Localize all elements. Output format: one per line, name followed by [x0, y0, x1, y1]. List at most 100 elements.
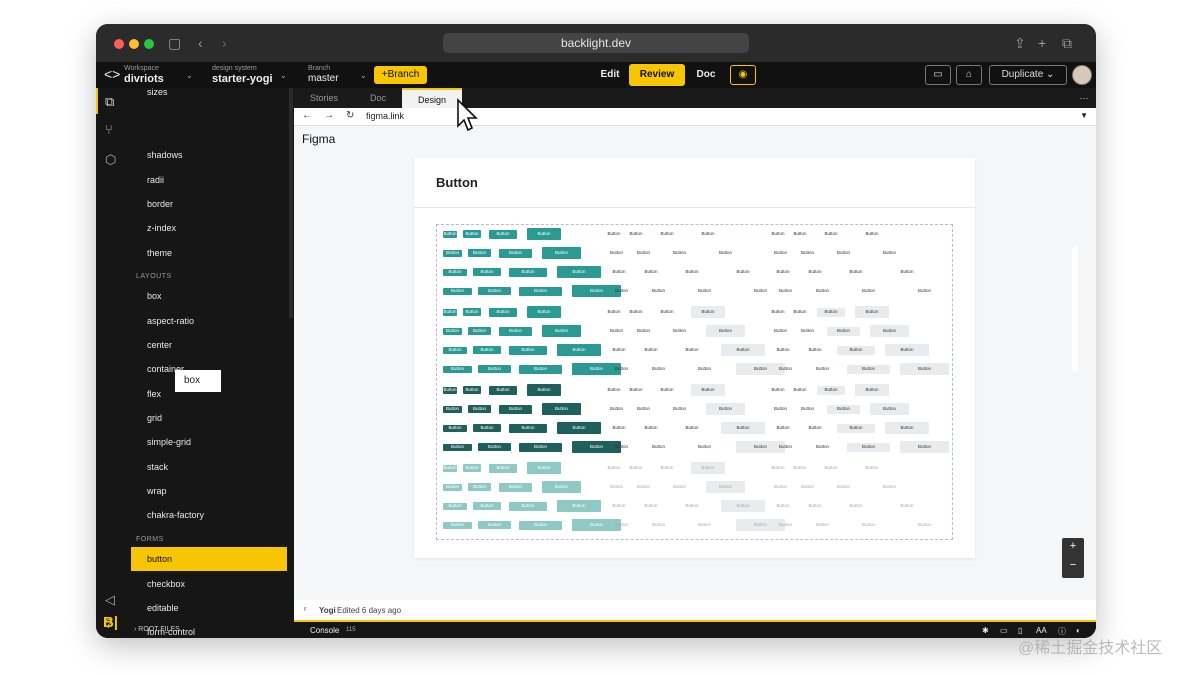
button-variant: Button [849, 502, 863, 508]
package-icon[interactable]: ⬡ [105, 152, 116, 168]
sidebar-item-radii[interactable]: radii [147, 175, 164, 185]
figma-embed: Figma Button Button Button Button Button But… [294, 126, 1096, 620]
sidebar-item-label: button [147, 554, 173, 564]
button-variant: Button [882, 483, 896, 489]
button-variant: Button [882, 249, 896, 255]
broadcast-icon[interactable]: ⌂ [956, 65, 982, 85]
tab-doc[interactable]: Doc [354, 88, 402, 108]
code-icon[interactable]: <> [104, 66, 120, 82]
mode-doc[interactable]: Doc [690, 62, 722, 88]
design-system-selector[interactable]: starter-yogi [212, 73, 273, 85]
embed-navbar: ← → ↻ figma.link ▼ [294, 108, 1096, 126]
megaphone-icon[interactable]: ◁ [105, 592, 115, 608]
duplicate-button[interactable]: Duplicate ⌄ [989, 65, 1067, 85]
preview-icon[interactable]: ▭ [925, 65, 951, 85]
branch-selector[interactable]: master [308, 73, 339, 84]
sidebar-item-flex[interactable]: flex [147, 389, 161, 399]
button-variant: Button [660, 308, 674, 314]
new-branch-button[interactable]: +Branch [374, 66, 427, 84]
sidebar-item-checkbox[interactable]: checkbox [147, 579, 185, 589]
button-variant: Button [672, 483, 686, 489]
sidebar-item-border[interactable]: border [147, 199, 173, 209]
sidebar-item-grid[interactable]: grid [147, 413, 162, 423]
chevron-down-icon[interactable]: ⌄ [280, 71, 287, 80]
embed-url[interactable]: figma.link [366, 111, 404, 121]
root-files-label: ROOT FILES [138, 626, 180, 633]
button-variant: Button [773, 405, 787, 411]
zoom-window-button[interactable] [144, 39, 154, 49]
button-variant: Button [557, 500, 601, 512]
button-variant: Button [443, 443, 472, 451]
reload-icon[interactable]: ↻ [346, 110, 354, 121]
button-variant: Button [478, 287, 511, 295]
root-files-toggle[interactable]: › ROOT FILES [134, 626, 180, 633]
button-variant: Button [800, 249, 814, 255]
address-bar[interactable]: backlight.dev [443, 33, 749, 53]
mode-review[interactable]: Review [629, 64, 685, 86]
button-variant: Button [861, 521, 875, 527]
button-variant: Button [644, 268, 658, 274]
chevron-down-icon[interactable]: ⌄ [186, 71, 193, 80]
mode-edit[interactable]: Edit [594, 62, 626, 88]
console-bar[interactable]: Console 115 ✱ ▭ ▯ AA ⓘ ◐ [294, 620, 1096, 638]
zoom-in-button[interactable]: + [1062, 540, 1084, 552]
sidebar-item-box[interactable]: box [147, 291, 162, 301]
zoom-out-button[interactable]: − [1062, 559, 1084, 571]
sidebar-item-simple-grid[interactable]: simple-grid [147, 437, 191, 447]
button-variant: Button [527, 384, 561, 396]
button-variant: Button [778, 443, 792, 449]
back-arrow-icon[interactable]: ‹ [198, 35, 203, 51]
sidebar-item-theme[interactable]: theme [147, 248, 172, 258]
vertical-scrollbar[interactable] [1072, 246, 1078, 372]
sidebar-item-z-index[interactable]: z-index [147, 223, 176, 233]
share-icon[interactable]: ⇪ [1014, 35, 1026, 51]
button-variant: Button [636, 483, 650, 489]
sidebar-item-button[interactable]: button [131, 547, 287, 571]
more-icon[interactable]: ⋯ [1074, 88, 1094, 108]
sidebar-toggle-icon[interactable]: ▢ [168, 35, 181, 51]
chevron-down-icon[interactable]: ⌄ [360, 71, 367, 80]
button-variant: Button [629, 464, 643, 470]
sidebar-item-sizes[interactable]: sizes [147, 88, 168, 97]
sidebar-item-center[interactable]: center [147, 340, 172, 350]
button-variant: Button [793, 230, 807, 236]
chevron-down-icon[interactable]: ▼ [1080, 111, 1088, 120]
tab-stories[interactable]: Stories [294, 88, 354, 108]
button-variants-frame[interactable]: Button Button Button Button Button Button Butt… [436, 224, 953, 540]
button-variant: Button [865, 230, 879, 236]
workspace-selector[interactable]: divriots [124, 73, 164, 85]
sidebar-scrollbar[interactable] [289, 88, 293, 318]
button-variant: Button [542, 247, 581, 259]
tab-design[interactable]: Design [402, 88, 462, 108]
button-variant: Button [771, 464, 785, 470]
sidebar-item-stack[interactable]: stack [147, 462, 168, 472]
back-arrow-icon[interactable]: ← [302, 110, 312, 121]
forward-arrow-icon[interactable]: → [324, 110, 334, 121]
button-variant: Button [773, 327, 787, 333]
button-variant: Button [443, 464, 457, 472]
button-variant: Button [651, 443, 665, 449]
sidebar-item-shadows[interactable]: shadows [147, 150, 183, 160]
console-count: 115 [346, 627, 356, 633]
zoom-controls: + − [1062, 538, 1084, 578]
button-variant: Button [660, 386, 674, 392]
bug-icon[interactable]: ✱ [982, 626, 989, 635]
bulb-icon[interactable]: ◉ [730, 65, 756, 85]
tab-overview-icon[interactable]: ⧉ [1062, 35, 1072, 51]
sidebar-item-chakra-factory[interactable]: chakra-factory [147, 510, 204, 520]
button-variant: Button [443, 268, 467, 276]
forward-arrow-icon[interactable]: › [222, 35, 227, 51]
new-tab-icon[interactable]: + [1038, 35, 1046, 51]
sidebar-item-editable[interactable]: editable [147, 603, 179, 613]
sidebar-item-aspect-ratio[interactable]: aspect-ratio [147, 316, 194, 326]
minimize-window-button[interactable] [129, 39, 139, 49]
button-variant: Button [557, 344, 601, 356]
button-variant: Button [499, 482, 532, 492]
sidebar-item-wrap[interactable]: wrap [147, 486, 167, 496]
files-icon[interactable]: ⧉ [105, 94, 114, 110]
monitor-icon[interactable]: ▭ [1000, 626, 1008, 635]
git-branch-icon[interactable]: ⑂ [105, 122, 113, 137]
avatar[interactable] [1072, 65, 1092, 85]
close-window-button[interactable] [114, 39, 124, 49]
button-variant: Button [478, 443, 511, 451]
